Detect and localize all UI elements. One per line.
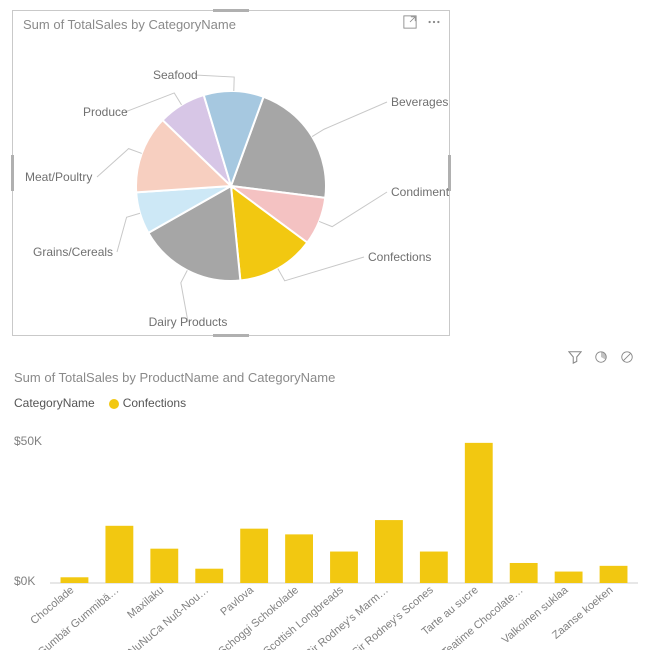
- pie-label: Grains/Cereals: [33, 245, 113, 259]
- pie-label: Seafood: [153, 68, 198, 82]
- bar-sir-rodney-s-scones[interactable]: [420, 552, 448, 583]
- y-axis-max-label: $50K: [14, 434, 42, 448]
- pie-chart-visual[interactable]: Sum of TotalSales by CategoryName Bevera…: [12, 10, 450, 336]
- resize-handle-top[interactable]: [213, 9, 249, 12]
- pie-label: Produce: [83, 105, 128, 119]
- more-options-icon[interactable]: [427, 15, 441, 29]
- pie-toolbar: [403, 15, 441, 29]
- pie-label: Dairy Products: [149, 315, 228, 329]
- pie-svg: Beverages Condiments Confections Dairy Prod…: [13, 41, 449, 335]
- leader-line: [312, 102, 387, 137]
- leader-line: [97, 149, 142, 177]
- leader-line: [319, 192, 387, 227]
- bar-toolbar: [568, 350, 634, 364]
- leader-line: [125, 93, 182, 112]
- bar-zaanse-koeken[interactable]: [600, 566, 628, 583]
- bar-chart-title: Sum of TotalSales by ProductName and Cat…: [14, 370, 335, 385]
- bar-scottish-longbreads[interactable]: [330, 552, 358, 583]
- no-interaction-icon[interactable]: [620, 350, 634, 364]
- legend-item-confections[interactable]: Confections: [109, 396, 186, 410]
- legend-title: CategoryName: [14, 396, 95, 410]
- y-axis-min-label: $0K: [14, 574, 35, 588]
- bar-chart-area: $50K $0K ChocoladeGumbär Gummibä…Maxilak…: [10, 425, 640, 650]
- bar-nunuca-nu-nou-[interactable]: [195, 569, 223, 583]
- bar-maxilaku[interactable]: [150, 549, 178, 583]
- bar-chocolade[interactable]: [61, 577, 89, 583]
- legend-swatch-icon: [109, 399, 119, 409]
- pie-label: Meat/Poultry: [25, 170, 92, 184]
- x-axis-label: Maxilaku: [125, 584, 166, 621]
- pie-chart-title: Sum of TotalSales by CategoryName: [23, 17, 236, 32]
- pie-label: Confections: [368, 250, 431, 264]
- pie-interactions-icon[interactable]: [594, 350, 608, 364]
- x-axis-label: NuNuCa Nuß-Nou…: [126, 584, 211, 650]
- pie-label: Beverages: [391, 95, 448, 109]
- leader-line: [195, 75, 234, 91]
- pie-label: Condiments: [391, 185, 449, 199]
- leader-line: [117, 213, 140, 252]
- x-axis-label: Gumbär Gummibä…: [36, 584, 121, 650]
- bar-gumb-r-gummib-[interactable]: [105, 526, 133, 583]
- filter-icon[interactable]: [568, 350, 582, 364]
- bar-svg: $50K $0K ChocoladeGumbär Gummibä…Maxilak…: [10, 425, 640, 650]
- bar-valkoinen-suklaa[interactable]: [555, 572, 583, 583]
- bar-sir-rodney-s-marm-[interactable]: [375, 520, 403, 583]
- bar-teatime-chocolate-[interactable]: [510, 563, 538, 583]
- pie-chart-area: Beverages Condiments Confections Dairy Prod…: [13, 41, 449, 335]
- focus-mode-icon[interactable]: [403, 15, 417, 29]
- x-axis-label: Sir Rodney's Scones: [350, 584, 436, 650]
- bar-tarte-au-sucre[interactable]: [465, 443, 493, 583]
- bar-legend: CategoryName Confections: [14, 396, 186, 410]
- bar-schoggi-schokolade[interactable]: [285, 534, 313, 583]
- legend-item-label: Confections: [123, 396, 186, 410]
- bar-pavlova[interactable]: [240, 529, 268, 583]
- x-axis-label: Pavlova: [218, 584, 256, 619]
